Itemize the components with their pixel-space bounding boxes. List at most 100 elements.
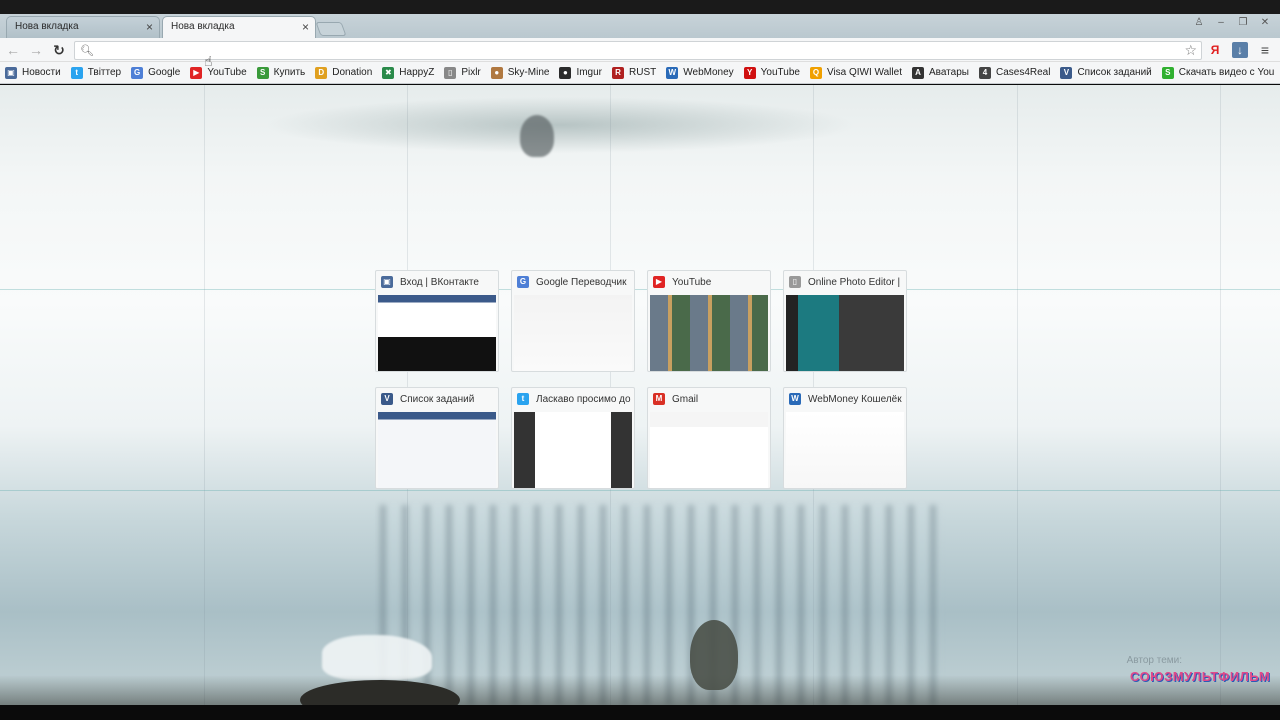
bookmark-favicon-icon: ✖	[382, 66, 395, 79]
speed-dial-tile[interactable]: V Список заданий	[375, 387, 499, 489]
tab-strip: Нова вкладка × Нова вкладка ×	[6, 16, 347, 38]
bookmark-item[interactable]: R RUST	[612, 64, 656, 82]
tile-header: ▶ YouTube	[648, 271, 770, 293]
minimize-button[interactable]: –	[1212, 16, 1230, 30]
close-icon[interactable]: ×	[146, 17, 153, 37]
tile-header: W WebMoney Кошелёк	[784, 388, 906, 410]
download-icon[interactable]: ↓	[1232, 42, 1248, 58]
new-tab-button[interactable]	[315, 22, 347, 36]
close-window-button[interactable]: ✕	[1256, 16, 1274, 30]
bookmark-item[interactable]: G Google	[131, 64, 180, 82]
speed-dial-tile[interactable]: W WebMoney Кошелёк	[783, 387, 907, 489]
site-favicon-icon: W	[789, 393, 801, 405]
bookmark-item[interactable]: ▣ Новости	[5, 64, 61, 82]
bookmark-favicon-icon: A	[911, 66, 924, 79]
bookmark-favicon-icon: ●	[559, 66, 572, 79]
site-favicon-icon: t	[517, 393, 529, 405]
background-ground	[0, 675, 1280, 705]
tile-header: M Gmail	[648, 388, 770, 410]
bookmark-label: Sky-Mine	[507, 67, 550, 78]
forward-button[interactable]: →	[27, 41, 45, 59]
bookmark-favicon-icon: D	[315, 66, 328, 79]
user-icon[interactable]: ♙	[1190, 16, 1208, 30]
speed-dial-tile[interactable]: ▣ Вход | ВКонтакте	[375, 270, 499, 372]
background-hedgehog	[520, 115, 554, 157]
tile-title: Online Photo Editor |	[808, 276, 901, 288]
bookmark-item[interactable]: ● Sky-Mine	[490, 64, 550, 82]
bookmark-label: YouTube	[207, 67, 247, 78]
bookmark-item[interactable]: W WebMoney	[666, 64, 734, 82]
site-thumbnail	[786, 295, 904, 371]
tab-label: Нова вкладка	[171, 21, 235, 32]
bookmark-favicon-icon: S	[1161, 66, 1174, 79]
mouse-cursor: ☝	[204, 53, 213, 69]
background-horse	[322, 635, 432, 680]
bookmark-star-icon[interactable]: ☆	[1184, 42, 1197, 59]
bookmark-label: Твіттер	[87, 67, 122, 78]
tab-new-tab-1[interactable]: Нова вкладка ×	[6, 16, 160, 38]
bookmark-label: Купить	[273, 67, 306, 78]
tab-new-tab-2[interactable]: Нова вкладка ×	[162, 16, 316, 38]
site-thumbnail	[514, 295, 632, 371]
bookmark-favicon-icon: G	[131, 66, 144, 79]
back-button[interactable]: ←	[4, 41, 22, 59]
tile-title: Список заданий	[400, 393, 475, 405]
site-favicon-icon: G	[517, 276, 529, 288]
bookmark-item[interactable]: Q Visa QIWI Wallet	[809, 64, 902, 82]
bookmark-label: Аватары	[928, 67, 969, 78]
bookmark-item[interactable]: Y YouTube	[743, 64, 800, 82]
grid-line	[1220, 85, 1221, 705]
bookmark-label: RUST	[629, 67, 657, 78]
speed-dial-tile[interactable]: ▶ YouTube	[647, 270, 771, 372]
tile-title: YouTube	[672, 276, 712, 288]
speed-dial-tile[interactable]: t Ласкаво просимо до	[511, 387, 635, 489]
omnibox[interactable]: 🔍︎ ☆	[74, 41, 1202, 60]
speed-dial-tile[interactable]: M Gmail	[647, 387, 771, 489]
bookmark-favicon-icon: Y	[743, 66, 756, 79]
site-thumbnail	[650, 412, 768, 488]
maximize-button[interactable]: ❐	[1234, 16, 1252, 30]
address-input[interactable]	[97, 43, 1167, 58]
bookmark-item[interactable]: ● Imgur	[559, 64, 602, 82]
bookmark-item[interactable]: ▯ Pixlr	[444, 64, 481, 82]
bookmark-label: Visa QIWI Wallet	[826, 67, 902, 78]
bookmark-favicon-icon: V	[1060, 66, 1073, 79]
grid-line	[0, 490, 1280, 491]
grid-line	[0, 289, 1280, 290]
speed-dial-tile[interactable]: G Google Переводчик	[511, 270, 635, 372]
bookmark-item[interactable]: D Donation	[315, 64, 372, 82]
bookmark-item[interactable]: t Твіттер	[70, 64, 122, 82]
bookmark-item[interactable]: V Список заданий	[1060, 64, 1152, 82]
menu-icon[interactable]: ≡	[1256, 41, 1274, 59]
bookmark-item[interactable]: ▶ YouTube	[190, 64, 247, 82]
tab-label: Нова вкладка	[15, 21, 79, 32]
tile-header: G Google Переводчик	[512, 271, 634, 293]
tile-title: WebMoney Кошелёк	[808, 393, 902, 405]
bookmark-favicon-icon: S	[256, 66, 269, 79]
site-thumbnail	[650, 295, 768, 371]
bookmark-item[interactable]: ✖ HappyZ	[382, 64, 434, 82]
bookmark-item[interactable]: S Скачать видео с You	[1161, 64, 1275, 82]
bookmark-label: YouTube	[760, 67, 800, 78]
bookmark-item[interactable]: S Купить	[256, 64, 306, 82]
bookmark-favicon-icon: Q	[809, 66, 822, 79]
speed-dial-tile[interactable]: ▯ Online Photo Editor |	[783, 270, 907, 372]
bookmark-item[interactable]: 4 Cases4Real	[978, 64, 1051, 82]
tile-title: Ласкаво просимо до	[536, 393, 631, 405]
bookmark-favicon-icon: ▶	[190, 66, 203, 79]
bookmark-label: Cases4Real	[995, 67, 1051, 78]
site-thumbnail	[378, 412, 496, 488]
bookmark-label: Скачать видео с You	[1178, 67, 1275, 78]
theme-logo[interactable]: СОЮЗМУЛЬТФИЛЬМ	[1130, 669, 1270, 684]
window-controls: ♙ – ❐ ✕	[1190, 16, 1274, 30]
site-favicon-icon: ▶	[653, 276, 665, 288]
bookmark-item[interactable]: A Аватары	[911, 64, 969, 82]
yandex-icon[interactable]: Я	[1206, 41, 1224, 59]
bookmark-label: WebMoney	[683, 67, 734, 78]
bookmark-label: Pixlr	[461, 67, 481, 78]
tile-header: V Список заданий	[376, 388, 498, 410]
site-favicon-icon: ▯	[789, 276, 801, 288]
close-icon[interactable]: ×	[302, 17, 309, 37]
bookmark-label: Новости	[22, 67, 61, 78]
reload-button[interactable]: ↻	[50, 41, 68, 59]
